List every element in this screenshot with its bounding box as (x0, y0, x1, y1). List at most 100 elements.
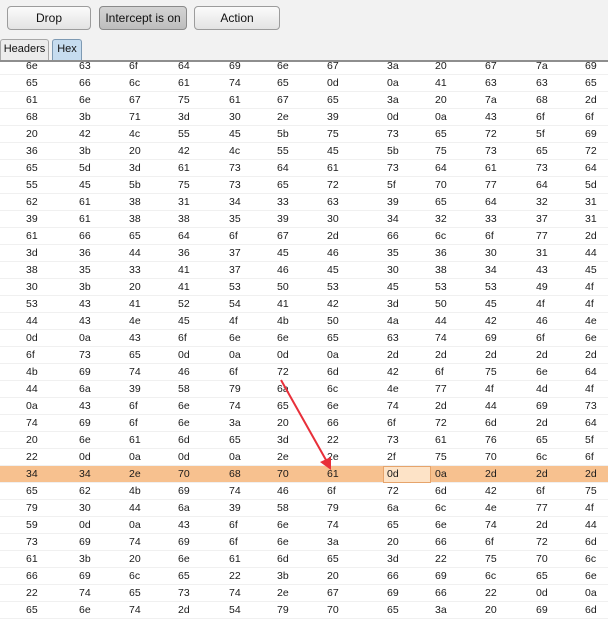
hex-cell[interactable]: 6a (178, 500, 190, 517)
hex-cell[interactable]: 66 (387, 228, 399, 245)
hex-cell[interactable]: 6d (327, 364, 339, 381)
hex-cell[interactable]: 6f (129, 398, 138, 415)
hex-cell[interactable]: 65 (585, 75, 597, 92)
hex-cell[interactable]: 2d (435, 398, 447, 415)
hex-cell[interactable]: 6a (79, 381, 91, 398)
hex-row[interactable]: 20 6e 61 6d 65 3d 22 73 61 76 65 5f (0, 432, 608, 449)
hex-cell[interactable]: 0d (277, 347, 289, 364)
hex-cell[interactable]: 53 (435, 279, 447, 296)
hex-cell[interactable]: 3d (387, 296, 399, 313)
hex-cell[interactable]: 41 (435, 75, 447, 92)
hex-row[interactable]: 6f 73 65 0d 0a 0d 0a 2d 2d 2d 2d 2d (0, 347, 608, 364)
hex-cell[interactable]: 66 (435, 534, 447, 551)
hex-cell[interactable]: 3d (277, 432, 289, 449)
hex-cell[interactable]: 63 (485, 75, 497, 92)
hex-cell[interactable]: 73 (178, 585, 190, 602)
hex-cell[interactable]: 4b (129, 483, 141, 500)
hex-cell[interactable]: 69 (178, 483, 190, 500)
hex-cell[interactable]: 61 (79, 194, 91, 211)
hex-cell[interactable]: 66 (26, 568, 38, 585)
hex-cell[interactable]: 33 (277, 194, 289, 211)
hex-cell[interactable]: 6f (435, 364, 444, 381)
hex-cell[interactable]: 73 (229, 160, 241, 177)
hex-cell[interactable]: 54 (229, 602, 241, 619)
hex-cell[interactable]: 36 (79, 245, 91, 262)
hex-cell[interactable]: 52 (178, 296, 190, 313)
hex-cell[interactable]: 44 (485, 398, 497, 415)
hex-row[interactable]: 59 0d 0a 43 6f 6e 74 65 6e 74 2d 44 (0, 517, 608, 534)
hex-cell[interactable]: 33 (129, 262, 141, 279)
hex-cell[interactable]: 38 (129, 194, 141, 211)
hex-cell[interactable]: 3b (277, 568, 289, 585)
hex-cell[interactable]: 65 (26, 75, 38, 92)
hex-cell[interactable]: 50 (327, 313, 339, 330)
hex-cell[interactable]: 69 (585, 62, 597, 75)
hex-cell[interactable]: 22 (229, 568, 241, 585)
hex-cell[interactable]: 2d (327, 228, 339, 245)
hex-row[interactable]: 38 35 33 41 37 46 45 30 38 34 43 45 (0, 262, 608, 279)
hex-cell[interactable]: 69 (435, 568, 447, 585)
hex-cell[interactable]: 4f (585, 381, 594, 398)
hex-cell[interactable]: 38 (129, 211, 141, 228)
hex-cell[interactable]: 75 (178, 92, 190, 109)
hex-cell[interactable]: 39 (387, 194, 399, 211)
hex-cell[interactable]: 6e (277, 534, 289, 551)
hex-row[interactable]: 79 30 44 6a 39 58 79 6a 6c 4e 77 4f (0, 500, 608, 517)
hex-cell[interactable]: 61 (26, 92, 38, 109)
hex-cell[interactable]: 77 (536, 500, 548, 517)
hex-cell[interactable]: 61 (79, 211, 91, 228)
hex-cell[interactable]: 73 (229, 177, 241, 194)
hex-cell[interactable]: 3d (178, 109, 190, 126)
hex-row[interactable]: 62 61 38 31 34 33 63 39 65 64 32 31 (0, 194, 608, 211)
hex-cell[interactable]: 6f (536, 330, 545, 347)
hex-cell[interactable]: 32 (536, 194, 548, 211)
hex-cell[interactable]: 74 (229, 75, 241, 92)
hex-cell[interactable]: 65 (277, 398, 289, 415)
hex-cell[interactable]: 5d (585, 177, 597, 194)
hex-cell[interactable]: 65 (277, 75, 289, 92)
hex-cell[interactable]: 20 (26, 126, 38, 143)
hex-row[interactable]: 61 66 65 64 6f 67 2d 66 6c 6f 77 2d (0, 228, 608, 245)
hex-cell[interactable]: 61 (26, 228, 38, 245)
hex-cell[interactable]: 6c (536, 449, 547, 466)
hex-cell[interactable]: 5f (536, 126, 545, 143)
hex-cell[interactable]: 79 (229, 381, 241, 398)
hex-cell[interactable]: 69 (79, 364, 91, 381)
hex-cell[interactable]: 6f (485, 228, 494, 245)
hex-cell[interactable]: 6c (585, 551, 596, 568)
hex-cell[interactable]: 30 (229, 109, 241, 126)
action-button[interactable]: Action (194, 6, 280, 30)
hex-cell[interactable]: 65 (129, 228, 141, 245)
hex-cell[interactable]: 6e (178, 398, 190, 415)
hex-cell[interactable]: 35 (387, 245, 399, 262)
hex-cell[interactable]: 43 (536, 262, 548, 279)
hex-cell[interactable]: 3d (387, 551, 399, 568)
hex-cell[interactable]: 20 (129, 143, 141, 160)
hex-cell[interactable]: 68 (229, 466, 241, 483)
hex-cell[interactable]: 4e (129, 313, 141, 330)
hex-cell[interactable]: 69 (387, 585, 399, 602)
hex-cell[interactable]: 44 (585, 517, 597, 534)
hex-cell[interactable]: 64 (277, 160, 289, 177)
hex-cell[interactable]: 46 (536, 313, 548, 330)
hex-cell[interactable]: 3a (387, 62, 399, 75)
hex-cell[interactable]: 0d (178, 347, 190, 364)
hex-cell[interactable]: 46 (277, 483, 289, 500)
hex-cell[interactable]: 2e (327, 449, 339, 466)
hex-cell[interactable]: 63 (387, 330, 399, 347)
hex-cell[interactable]: 4e (585, 313, 597, 330)
hex-cell[interactable]: 46 (327, 245, 339, 262)
hex-row[interactable]: 20 42 4c 55 45 5b 75 73 65 72 5f 69 (0, 126, 608, 143)
hex-cell[interactable]: 4f (585, 279, 594, 296)
hex-cell[interactable]: 30 (79, 500, 91, 517)
hex-cell[interactable]: 6e (435, 517, 447, 534)
hex-cell[interactable]: 6e (277, 517, 289, 534)
hex-cell[interactable]: 6f (129, 415, 138, 432)
hex-cell[interactable]: 39 (327, 109, 339, 126)
hex-cell[interactable]: 70 (277, 466, 289, 483)
hex-cell[interactable]: 75 (435, 143, 447, 160)
hex-cell[interactable]: 4e (485, 500, 497, 517)
hex-cell[interactable]: 45 (327, 143, 339, 160)
hex-cell[interactable]: 6f (387, 415, 396, 432)
hex-cell[interactable]: 61 (485, 160, 497, 177)
